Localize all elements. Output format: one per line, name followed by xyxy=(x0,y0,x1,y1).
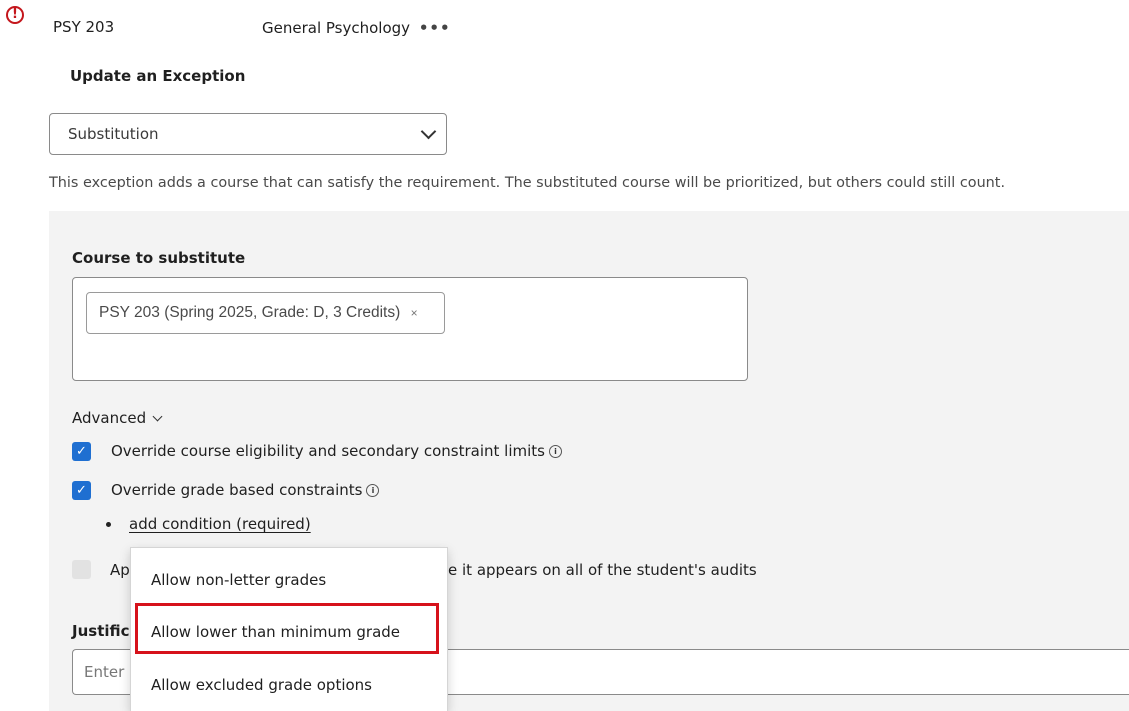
override-eligibility-checkbox[interactable]: ✓ xyxy=(72,442,91,461)
selected-course-chip: PSY 203 (Spring 2025, Grade: D, 3 Credit… xyxy=(86,292,445,334)
section-title: Update an Exception xyxy=(70,67,246,85)
chevron-down-icon xyxy=(420,123,437,140)
add-condition-link[interactable]: add condition (required) xyxy=(129,515,311,533)
menu-item-allow-excluded-grade-options[interactable]: Allow excluded grade options xyxy=(151,676,372,694)
advanced-label: Advanced xyxy=(72,409,147,427)
chip-label: PSY 203 (Spring 2025, Grade: D, 3 Credit… xyxy=(99,304,401,321)
bullet-icon xyxy=(106,522,111,527)
chevron-down-icon xyxy=(152,411,163,422)
apply-all-audits-checkbox[interactable] xyxy=(72,560,91,579)
exception-type-value: Substitution xyxy=(68,125,159,143)
error-icon: ! xyxy=(6,6,24,24)
exception-type-select[interactable]: Substitution xyxy=(49,113,447,155)
override-grade-option: Override grade based constraints i xyxy=(111,481,380,499)
apply-all-audits-label-start: Ap xyxy=(110,561,130,579)
checkbox-label: Override grade based constraints xyxy=(111,481,363,499)
remove-chip-icon[interactable]: × xyxy=(411,306,418,320)
override-grade-checkbox[interactable]: ✓ xyxy=(72,481,91,500)
exception-description: This exception adds a course that can sa… xyxy=(49,175,1006,191)
course-substitute-field[interactable]: PSY 203 (Spring 2025, Grade: D, 3 Credit… xyxy=(72,277,748,381)
course-name: General Psychology xyxy=(262,19,411,37)
justification-placeholder: Enter xyxy=(84,663,125,681)
course-to-substitute-label: Course to substitute xyxy=(72,249,246,267)
override-eligibility-option: Override course eligibility and secondar… xyxy=(111,442,562,460)
menu-item-allow-non-letter-grades[interactable]: Allow non-letter grades xyxy=(151,571,326,589)
advanced-toggle[interactable]: Advanced xyxy=(72,409,163,427)
course-code: PSY 203 xyxy=(53,18,115,36)
info-icon[interactable]: i xyxy=(549,445,562,458)
more-options-icon[interactable]: ••• xyxy=(419,19,451,37)
condition-dropdown-menu: Allow non-letter grades Allow lower than… xyxy=(130,547,448,711)
highlight-box xyxy=(135,603,439,654)
justification-label: Justific xyxy=(72,622,130,640)
checkbox-label: Override course eligibility and secondar… xyxy=(111,442,545,460)
course-title: General Psychology ••• xyxy=(262,19,451,37)
apply-all-audits-label-end: e it appears on all of the student's aud… xyxy=(448,561,757,579)
info-icon[interactable]: i xyxy=(366,484,380,497)
